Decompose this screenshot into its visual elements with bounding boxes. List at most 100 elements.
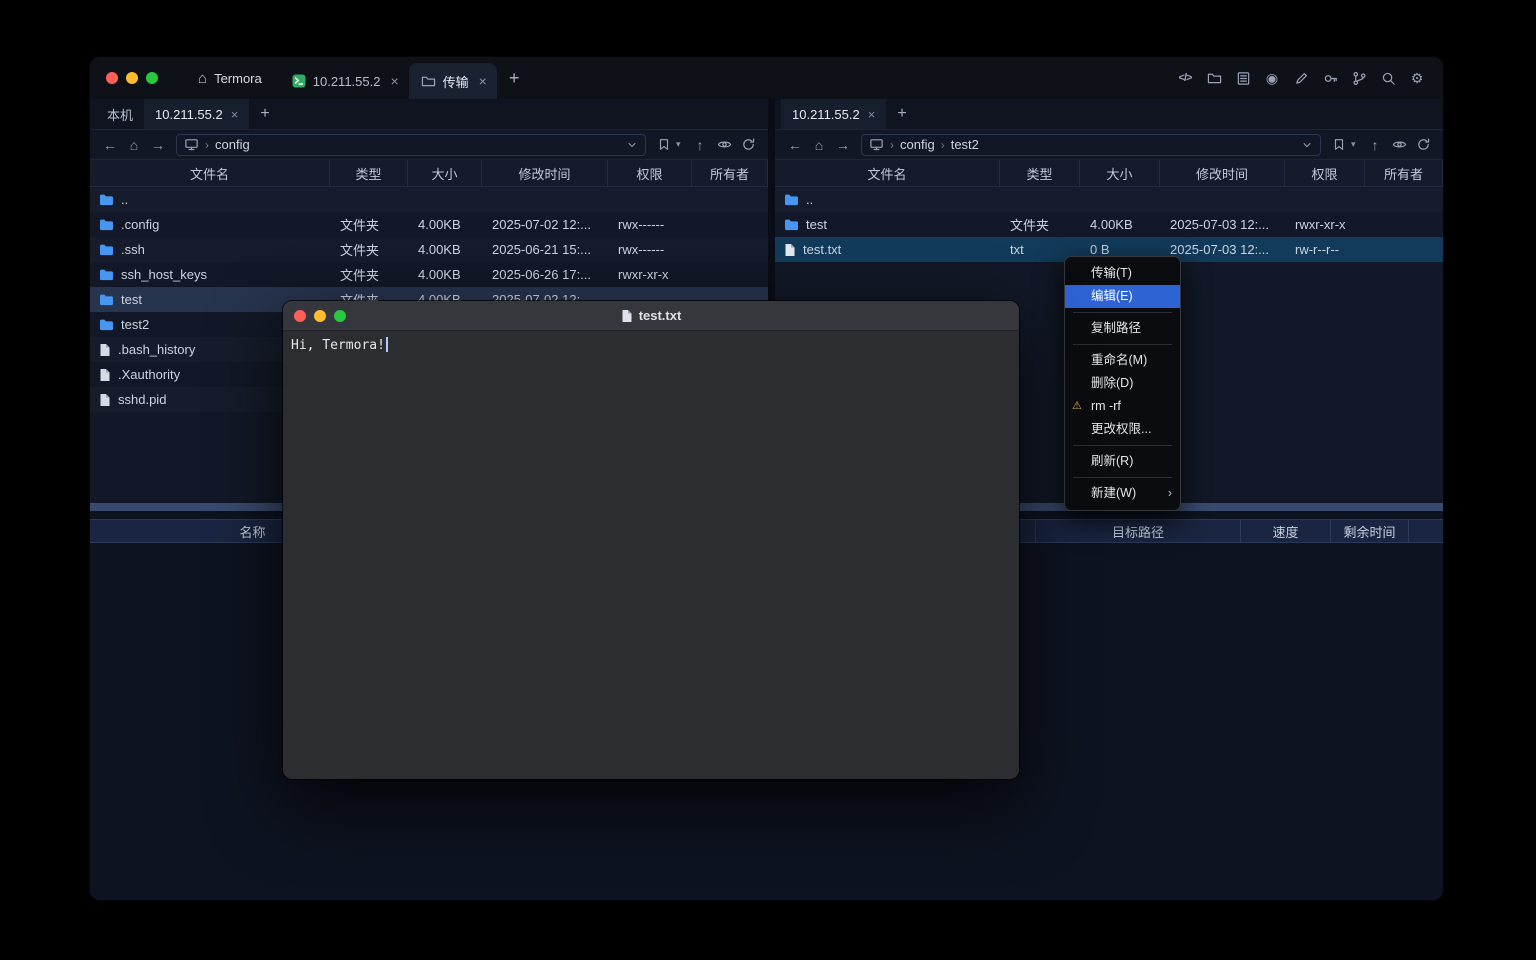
file-row[interactable]: .. [775, 187, 1443, 212]
editor-close-button[interactable] [294, 310, 306, 322]
right-path-field[interactable]: › config › test2 [861, 134, 1321, 156]
column-header-type[interactable]: 类型 [1000, 160, 1080, 186]
menu-item-rm-rf[interactable]: ⚠ rm -rf [1065, 395, 1180, 418]
file-name: .Xauthority [118, 367, 180, 382]
menu-item-transfer[interactable]: 传输(T) [1065, 262, 1180, 285]
menu-item-edit[interactable]: 编辑(E) [1065, 285, 1180, 308]
column-header-name[interactable]: 文件名 [90, 160, 330, 186]
transfer-column-speed[interactable]: 速度 [1240, 520, 1330, 542]
close-window-button[interactable] [106, 72, 118, 84]
upload-button[interactable]: ↑ [688, 137, 712, 153]
add-pane-tab-button[interactable]: + [886, 99, 917, 129]
context-menu: 传输(T) 编辑(E) 复制路径 重命名(M) 删除(D) ⚠ rm -rf 更… [1064, 256, 1181, 511]
bookmark-caret-icon[interactable]: ▾ [1351, 139, 1363, 150]
chevron-down-icon[interactable] [1301, 139, 1313, 151]
zoom-window-button[interactable] [146, 72, 158, 84]
branch-icon[interactable] [1351, 70, 1367, 86]
menu-item-change-permissions[interactable]: 更改权限... [1065, 418, 1180, 441]
home-icon: ⌂ [198, 70, 207, 87]
edit-icon[interactable] [1293, 70, 1309, 86]
editor-zoom-button[interactable] [334, 310, 346, 322]
keychain-icon[interactable] [1322, 70, 1338, 86]
file-type: 文件夹 [330, 240, 408, 259]
menu-item-new[interactable]: 新建(W) › [1065, 482, 1180, 505]
show-hidden-eye-icon[interactable] [712, 137, 736, 152]
code-icon[interactable]: </> [1177, 70, 1193, 86]
column-header-perm[interactable]: 权限 [608, 160, 692, 186]
home-button[interactable]: ⌂ [122, 137, 146, 153]
column-header-owner[interactable]: 所有者 [692, 160, 768, 186]
file-perm: rwx------ [608, 217, 692, 232]
file-perm: rwx------ [608, 242, 692, 257]
column-header-type[interactable]: 类型 [330, 160, 408, 186]
close-tab-icon[interactable]: × [479, 73, 487, 89]
tab-transfer[interactable]: 传输 × [409, 63, 497, 99]
log-icon[interactable] [1235, 70, 1251, 86]
minimize-window-button[interactable] [126, 72, 138, 84]
tab-host-label: 10.211.55.2 [313, 74, 381, 89]
file-size: 4.00KB [1080, 217, 1160, 232]
close-tab-icon[interactable]: × [390, 73, 398, 89]
transfer-column-eta[interactable]: 剩余时间 [1330, 520, 1408, 542]
refresh-icon[interactable] [1411, 137, 1435, 152]
forward-button[interactable]: → [146, 137, 170, 153]
file-row[interactable]: .. [90, 187, 768, 212]
file-row[interactable]: test 文件夹 4.00KB 2025-07-03 12:... rwxr-x… [775, 212, 1443, 237]
forward-button[interactable]: → [831, 137, 855, 153]
file-row[interactable]: ssh_host_keys 文件夹 4.00KB 2025-06-26 17:.… [90, 262, 768, 287]
folder-icon [784, 218, 799, 231]
back-button[interactable]: ← [783, 137, 807, 153]
folder-icon[interactable] [1206, 70, 1222, 86]
home-button[interactable]: ⌂ [807, 137, 831, 153]
show-hidden-eye-icon[interactable] [1387, 137, 1411, 152]
column-header-size[interactable]: 大小 [1080, 160, 1160, 186]
editor-minimize-button[interactable] [314, 310, 326, 322]
column-header-mtime[interactable]: 修改时间 [1160, 160, 1285, 186]
column-header-name[interactable]: 文件名 [775, 160, 1000, 186]
new-tab-button[interactable]: + [497, 68, 532, 89]
file-name: .. [806, 192, 813, 207]
menu-item-copy-path[interactable]: 复制路径 [1065, 317, 1180, 340]
transfer-column-target-path[interactable]: 目标路径 [1035, 520, 1240, 542]
tab-right-host[interactable]: 10.211.55.2 × [781, 99, 886, 129]
document-icon [621, 309, 633, 323]
breadcrumb-test2[interactable]: test2 [951, 137, 979, 152]
menu-item-refresh[interactable]: 刷新(R) [1065, 450, 1180, 473]
record-icon[interactable]: ◉ [1264, 70, 1280, 86]
folder-icon [99, 218, 114, 231]
search-icon[interactable] [1380, 70, 1396, 86]
column-header-mtime[interactable]: 修改时间 [482, 160, 608, 186]
back-button[interactable]: ← [98, 137, 122, 153]
column-header-owner[interactable]: 所有者 [1365, 160, 1443, 186]
left-path-field[interactable]: › config [176, 134, 646, 156]
add-pane-tab-button[interactable]: + [249, 99, 280, 129]
column-header-size[interactable]: 大小 [408, 160, 482, 186]
file-row[interactable]: .ssh 文件夹 4.00KB 2025-06-21 15:... rwx---… [90, 237, 768, 262]
settings-icon[interactable]: ⚙ [1409, 70, 1425, 86]
column-header-perm[interactable]: 权限 [1285, 160, 1365, 186]
tab-right-host-label: 10.211.55.2 [792, 107, 860, 122]
file-type: txt [1000, 242, 1080, 257]
menu-item-rename[interactable]: 重命名(M) [1065, 349, 1180, 372]
editor-content[interactable]: Hi, Termora! [283, 331, 1019, 359]
menu-item-delete[interactable]: 删除(D) [1065, 372, 1180, 395]
computer-icon [184, 137, 199, 152]
close-tab-icon[interactable]: × [868, 107, 876, 122]
tab-local[interactable]: 本机 [96, 99, 144, 129]
bookmark-icon[interactable] [1327, 137, 1351, 152]
bookmark-caret-icon[interactable]: ▾ [676, 139, 688, 150]
editor-title-text: test.txt [639, 308, 682, 323]
breadcrumb-config[interactable]: config [215, 137, 250, 152]
tab-left-host[interactable]: 10.211.55.2 × [144, 99, 249, 129]
bookmark-icon[interactable] [652, 137, 676, 152]
file-row[interactable]: .config 文件夹 4.00KB 2025-07-02 12:... rwx… [90, 212, 768, 237]
editor-titlebar[interactable]: test.txt [283, 301, 1019, 331]
close-tab-icon[interactable]: × [231, 107, 239, 122]
tab-host-session[interactable]: 10.211.55.2 × [280, 63, 409, 99]
chevron-down-icon[interactable] [626, 139, 638, 151]
app-home-tab[interactable]: ⌂ Termora [174, 70, 280, 87]
breadcrumb-config[interactable]: config [900, 137, 935, 152]
app-name: Termora [214, 71, 262, 86]
refresh-icon[interactable] [736, 137, 760, 152]
upload-button[interactable]: ↑ [1363, 137, 1387, 153]
